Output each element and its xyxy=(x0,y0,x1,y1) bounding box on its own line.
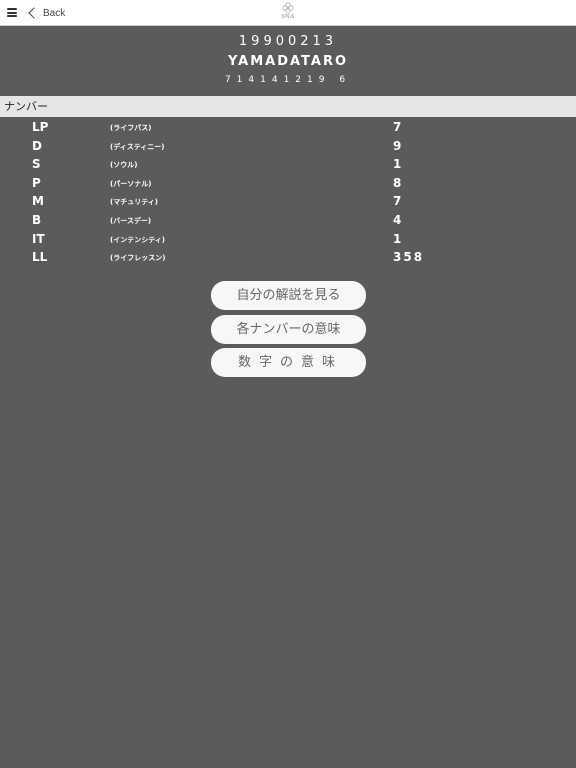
number-meanings-button[interactable]: 各ナンバーの意味 xyxy=(211,315,366,344)
number-value: 9 xyxy=(393,138,404,153)
number-row-d: D (ディスティニー) 9 xyxy=(0,137,576,156)
number-label: (バースデー) xyxy=(110,216,152,225)
digit-meanings-button[interactable]: 数字の意味 xyxy=(211,348,366,377)
number-row-s: S (ソウル) 1 xyxy=(0,155,576,174)
number-value: 7 xyxy=(393,194,404,209)
flower-logo-icon xyxy=(282,2,294,14)
hamburger-menu-icon[interactable] xyxy=(7,8,17,17)
user-name: YAMADATARO xyxy=(227,54,349,69)
number-label: (ディスティニー) xyxy=(110,142,165,151)
number-value: 4 xyxy=(393,212,404,227)
back-button[interactable]: Back xyxy=(27,4,65,22)
number-label: (インテンシティ) xyxy=(110,235,165,244)
number-value: 1 xyxy=(393,231,404,246)
number-code: P xyxy=(32,175,41,190)
number-row-p: P (パーソナル) 8 xyxy=(0,174,576,193)
number-value: 358 xyxy=(393,250,425,265)
birthdate: 19900213 xyxy=(238,34,338,49)
app-logo: SNA xyxy=(278,2,298,24)
profile-header: 19900213 YAMADATARO 714141219 6 xyxy=(0,26,576,86)
number-value: 1 xyxy=(393,157,404,172)
number-code: LP xyxy=(32,120,49,134)
number-row-lp: LP (ライフパス) 7 xyxy=(0,118,576,137)
navigation-bar: Back SNA xyxy=(0,0,576,26)
number-value: 7 xyxy=(393,120,404,134)
number-code: M xyxy=(32,194,44,209)
logo-text: SNA xyxy=(281,14,295,20)
section-title: ナンバー xyxy=(0,96,576,117)
number-value: 8 xyxy=(393,175,404,190)
number-code: LL xyxy=(32,250,48,265)
number-label: (ライフレッスン) xyxy=(110,254,166,263)
number-row-m: M (マチュリティ) 7 xyxy=(0,192,576,211)
back-label: Back xyxy=(43,7,66,19)
number-row-it: IT (インテンシティ) 1 xyxy=(0,230,576,249)
number-code: S xyxy=(32,157,41,172)
number-row-ll: LL (ライフレッスン) 358 xyxy=(0,248,576,267)
number-label: (パーソナル) xyxy=(110,179,152,188)
number-code: B xyxy=(32,212,42,227)
number-label: (マチュリティ) xyxy=(110,198,158,207)
number-label: (ソウル) xyxy=(110,161,138,170)
number-label: (ライフパス) xyxy=(110,124,152,132)
number-row-b: B (バースデー) 4 xyxy=(0,211,576,230)
number-code: D xyxy=(32,138,42,153)
chevron-left-icon xyxy=(28,7,40,19)
number-code: IT xyxy=(32,231,45,246)
my-explanation-button[interactable]: 自分の解説を見る xyxy=(211,281,366,310)
name-digits: 714141219 6 xyxy=(224,75,352,85)
number-list: LP (ライフパス) 7 D (ディスティニー) 9 S (ソウル) 1 P (… xyxy=(0,118,576,267)
